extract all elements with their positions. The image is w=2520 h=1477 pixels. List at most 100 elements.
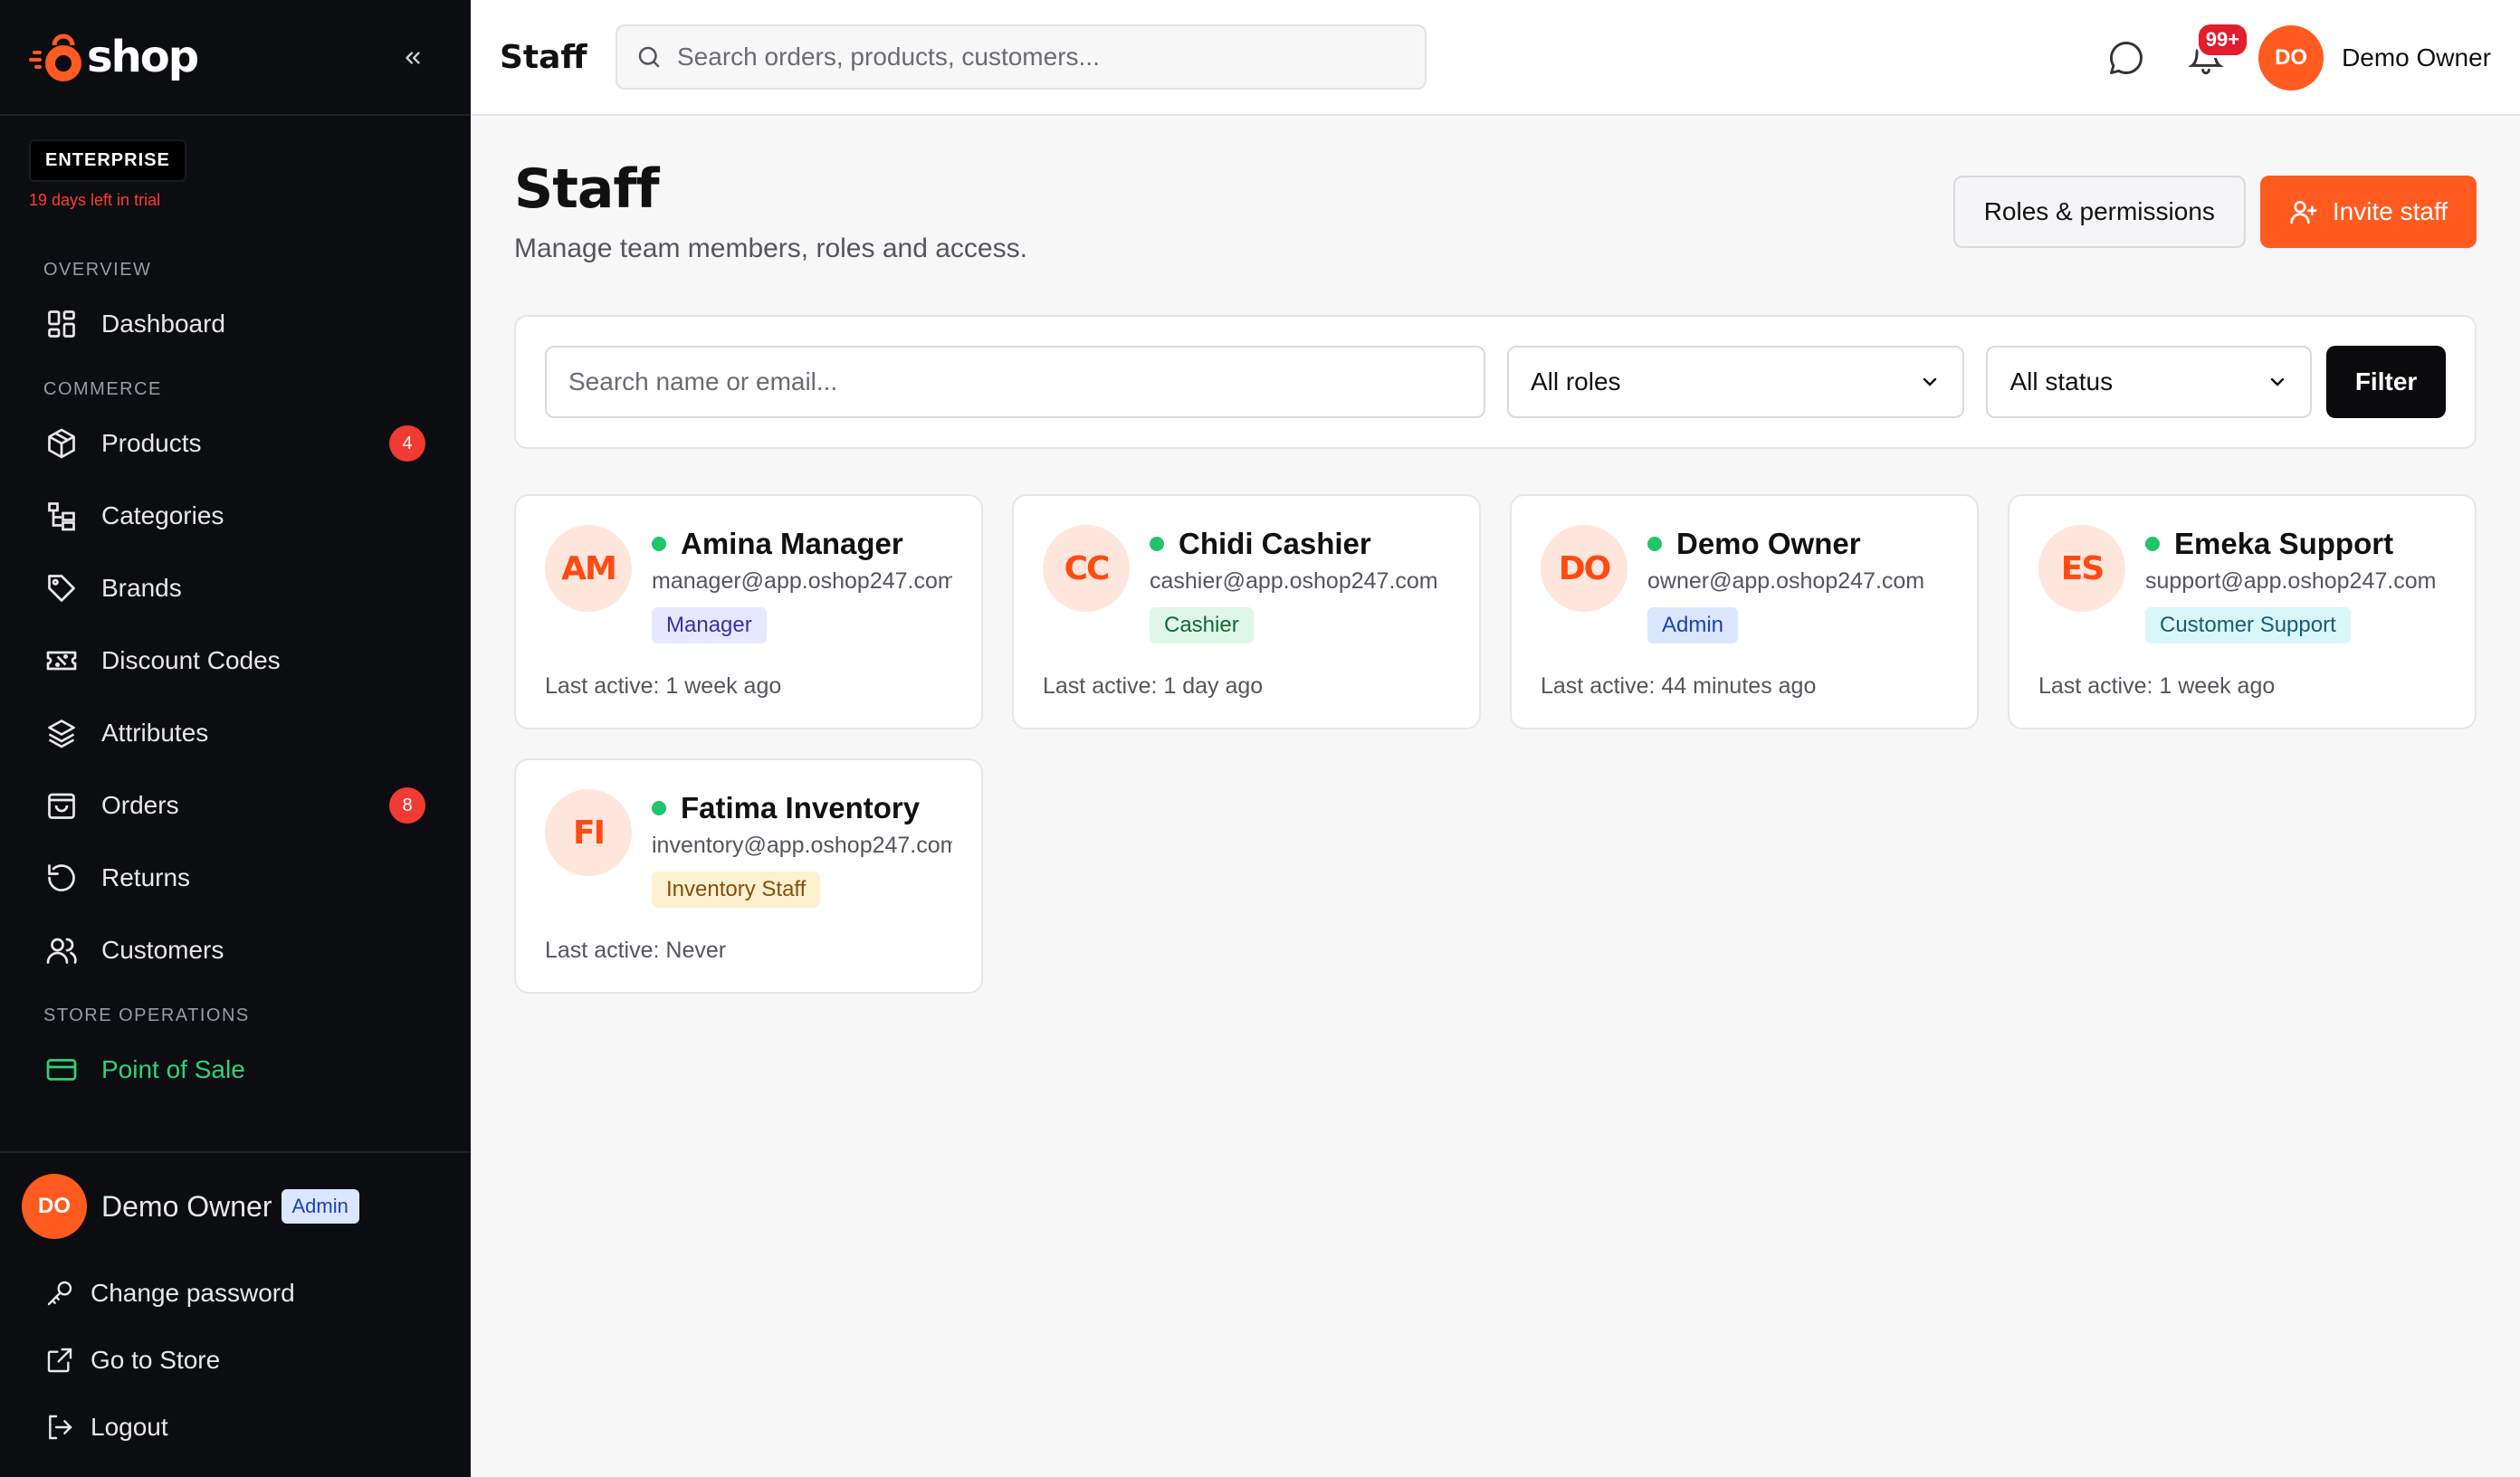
page-actions: Roles & permissions Invite staff (1952, 176, 2477, 248)
global-search-input[interactable] (677, 43, 1401, 71)
sidebar-item-label: Attributes (101, 719, 209, 747)
notifications-count-badge: 99+ (2195, 22, 2250, 58)
online-status-dot (1150, 537, 1164, 551)
main-content: Staff Manage team members, roles and acc… (514, 116, 2477, 994)
header-title: Staff (500, 38, 587, 76)
logout-label: Logout (91, 1413, 168, 1441)
invite-staff-button[interactable]: Invite staff (2259, 176, 2477, 248)
ticket-icon (43, 643, 80, 679)
search-icon (638, 46, 660, 68)
staff-email: manager@app.oshop247.com (652, 568, 952, 594)
staff-role-badge: Cashier (1150, 607, 1254, 643)
users-icon (43, 932, 80, 968)
chevrons-left-icon (406, 52, 420, 64)
status-select[interactable]: All status (1986, 346, 2313, 418)
chat-bubble-icon (2110, 42, 2143, 74)
staff-name: Emeka Support (2174, 527, 2394, 560)
sidebar-item-returns[interactable]: Returns (0, 842, 471, 914)
logo-row: shop (0, 0, 471, 116)
sidebar-item-label: Dashboard (101, 310, 225, 338)
plan-info: ENTERPRISE 19 days left in trial (0, 116, 471, 252)
bag-icon (43, 787, 80, 824)
undo-icon (43, 860, 80, 896)
staff-initials-avatar: CC (1043, 525, 1130, 612)
staff-search-input[interactable] (545, 346, 1485, 418)
change-password-link[interactable]: Change password (0, 1260, 471, 1327)
staff-name: Demo Owner (1676, 527, 1861, 560)
categories-icon (43, 498, 80, 534)
nav-section-store-operations: STORE OPERATIONS (43, 1005, 250, 1025)
staff-initials-avatar: AM (545, 525, 632, 612)
nav-section-overview: OVERVIEW (43, 259, 152, 280)
plan-badge: ENTERPRISE (29, 139, 186, 182)
sidebar-item-label: Orders (101, 791, 179, 819)
filter-button[interactable]: Filter (2326, 346, 2446, 418)
notifications-button[interactable]: 99+ (2179, 22, 2250, 85)
sidebar-item-orders[interactable]: Orders 8 (0, 769, 471, 842)
online-status-dot (2145, 537, 2160, 551)
role-select[interactable]: All roles (1506, 346, 1965, 418)
sidebar-item-label: Products (101, 429, 202, 457)
sidebar-item-brands[interactable]: Brands (0, 552, 471, 624)
logout-icon (43, 1411, 76, 1444)
brand-logo[interactable]: shop (29, 29, 199, 85)
sidebar-user-name: Demo Owner (101, 1189, 272, 1223)
sidebar-user[interactable]: DO Demo Owner Admin (0, 1153, 471, 1260)
staff-last-active: Last active: 1 week ago (545, 673, 782, 699)
sidebar-item-label: Brands (101, 574, 182, 602)
online-status-dot (1647, 537, 1662, 551)
sidebar-item-attributes[interactable]: Attributes (0, 697, 471, 769)
staff-name: Fatima Inventory (681, 791, 921, 824)
header-actions: 99+ DO Demo Owner (2099, 0, 2491, 116)
staff-role-badge: Customer Support (2145, 607, 2351, 643)
staff-card[interactable]: AM Amina Manager manager@app.oshop247.co… (514, 494, 983, 729)
staff-email: owner@app.oshop247.com (1647, 568, 1925, 594)
sidebar-item-discount-codes[interactable]: Discount Codes (0, 624, 471, 697)
staff-card[interactable]: FI Fatima Inventory inventory@app.oshop2… (514, 758, 983, 994)
staff-filters: All roles All status Filter (514, 315, 2477, 449)
staff-card[interactable]: DO Demo Owner owner@app.oshop247.com Adm… (1510, 494, 1979, 729)
messages-button[interactable] (2099, 31, 2153, 85)
staff-email: support@app.oshop247.com (2145, 568, 2437, 594)
logout-link[interactable]: Logout (0, 1394, 471, 1461)
online-status-dot (652, 537, 666, 551)
user-plus-icon (2289, 197, 2318, 226)
header-avatar[interactable]: DO (2258, 25, 2324, 91)
sidebar-item-dashboard[interactable]: Dashboard (0, 288, 471, 360)
staff-card[interactable]: ES Emeka Support support@app.oshop247.co… (2008, 494, 2477, 729)
collapse-sidebar-button[interactable] (395, 40, 431, 76)
sidebar-item-label: Returns (101, 863, 191, 891)
role-select-value: All roles (1530, 367, 1621, 395)
staff-name: Chidi Cashier (1179, 527, 1371, 560)
sidebar-item-label: Point of Sale (101, 1055, 245, 1083)
staff-last-active: Last active: 44 minutes ago (1541, 673, 1817, 699)
go-to-store-label: Go to Store (91, 1346, 221, 1374)
sidebar-item-products[interactable]: Products 4 (0, 407, 471, 480)
staff-last-active: Last active: Never (545, 938, 727, 963)
staff-role-badge: Admin (1647, 607, 1739, 643)
shopping-bag-logo-icon (29, 29, 85, 85)
key-icon (43, 1277, 76, 1310)
sidebar-item-customers[interactable]: Customers (0, 914, 471, 986)
sidebar-item-label: Discount Codes (101, 646, 281, 674)
sidebar-item-categories[interactable]: Categories (0, 480, 471, 552)
global-search[interactable] (616, 24, 1427, 90)
dashboard-icon (43, 306, 80, 342)
sidebar-user-role-badge: Admin (281, 1189, 359, 1224)
tag-icon (43, 570, 80, 606)
chevron-down-icon (2270, 377, 2285, 386)
header-user-name[interactable]: Demo Owner (2342, 43, 2491, 72)
avatar: DO (22, 1174, 87, 1239)
sidebar-item-point-of-sale[interactable]: Point of Sale (0, 1034, 471, 1106)
staff-card[interactable]: CC Chidi Cashier cashier@app.oshop247.co… (1012, 494, 1481, 729)
roles-permissions-button[interactable]: Roles & permissions (1952, 176, 2246, 248)
staff-initials-avatar: FI (545, 789, 632, 876)
staff-role-badge: Inventory Staff (652, 872, 821, 908)
trial-remaining: 19 days left in trial (29, 191, 161, 209)
top-header: Staff 99+ DO Demo Owner (471, 0, 2520, 116)
change-password-label: Change password (91, 1279, 295, 1307)
staff-email: cashier@app.oshop247.com (1150, 568, 1438, 594)
staff-initials-avatar: ES (2038, 525, 2125, 612)
staff-name: Amina Manager (681, 527, 903, 560)
go-to-store-link[interactable]: Go to Store (0, 1327, 471, 1394)
